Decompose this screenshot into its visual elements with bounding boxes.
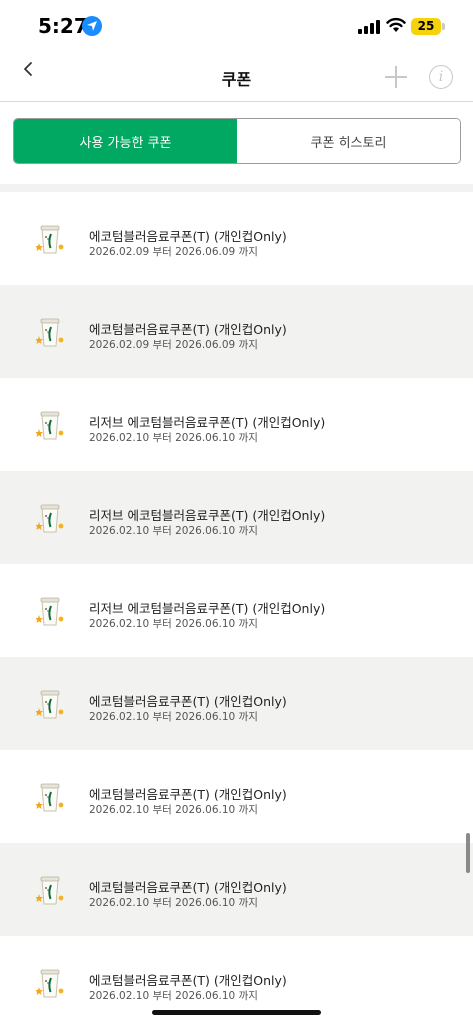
coupon-period: 2026.02.10 부터 2026.06.10 까지 (89, 711, 258, 723)
cellular-signal-icon (358, 20, 380, 34)
coupon-period: 2026.02.10 부터 2026.06.10 까지 (89, 618, 258, 630)
coupon-name: 에코텀블러음료쿠폰(T) (개인컵Only) (89, 322, 287, 337)
coupon-item[interactable]: 리저브 에코텀블러음료쿠폰(T) (개인컵Only) 2026.02.10 부터… (0, 378, 473, 471)
coupon-item[interactable]: 리저브 에코텀블러음료쿠폰(T) (개인컵Only) 2026.02.10 부터… (0, 564, 473, 657)
coupon-name: 에코텀블러음료쿠폰(T) (개인컵Only) (89, 880, 287, 895)
cup-coupon-icon (35, 408, 64, 442)
nav-bar: 쿠폰 i (0, 50, 473, 102)
coupon-name: 리저브 에코텀블러음료쿠폰(T) (개인컵Only) (89, 415, 326, 430)
coupon-period: 2026.02.09 부터 2026.06.09 까지 (89, 339, 258, 351)
coupon-item[interactable]: 에코텀블러음료쿠폰(T) (개인컵Only) 2026.02.09 부터 202… (0, 285, 473, 378)
cup-coupon-icon (35, 873, 64, 907)
home-indicator[interactable] (152, 1010, 321, 1015)
coupon-list: 에코텀블러음료쿠폰(T) (개인컵Only) 2026.02.09 부터 202… (0, 192, 473, 1029)
cup-coupon-icon (35, 501, 64, 535)
status-bar: 5:27 25 (0, 0, 473, 50)
coupon-name: 리저브 에코텀블러음료쿠폰(T) (개인컵Only) (89, 508, 326, 523)
coupon-period: 2026.02.10 부터 2026.06.10 까지 (89, 897, 258, 909)
coupon-item[interactable]: 에코텀블러음료쿠폰(T) (개인컵Only) 2026.02.10 부터 202… (0, 750, 473, 843)
coupon-name: 에코텀블러음료쿠폰(T) (개인컵Only) (89, 787, 287, 802)
info-icon[interactable]: i (429, 65, 453, 89)
cup-coupon-icon (35, 315, 64, 349)
cup-coupon-icon (35, 966, 64, 1000)
cup-coupon-icon (35, 780, 64, 814)
coupon-period: 2026.02.10 부터 2026.06.10 까지 (89, 804, 258, 816)
coupon-item[interactable]: 에코텀블러음료쿠폰(T) (개인컵Only) 2026.02.09 부터 202… (0, 192, 473, 285)
coupon-name: 에코텀블러음료쿠폰(T) (개인컵Only) (89, 973, 287, 988)
tab-coupon-history[interactable]: 쿠폰 히스토리 (237, 119, 460, 163)
battery-indicator: 25 (411, 18, 441, 35)
coupon-item[interactable]: 에코텀블러음료쿠폰(T) (개인컵Only) 2026.02.10 부터 202… (0, 657, 473, 750)
wifi-icon (386, 17, 406, 37)
status-time: 5:27 (38, 14, 88, 38)
coupon-period: 2026.02.10 부터 2026.06.10 까지 (89, 432, 258, 444)
coupon-name: 에코텀블러음료쿠폰(T) (개인컵Only) (89, 694, 287, 709)
coupon-name: 에코텀블러음료쿠폰(T) (개인컵Only) (89, 229, 287, 244)
scrollbar[interactable] (466, 833, 470, 873)
coupon-period: 2026.02.10 부터 2026.06.10 까지 (89, 525, 258, 537)
section-divider (0, 184, 473, 192)
coupon-item[interactable]: 에코텀블러음료쿠폰(T) (개인컵Only) 2026.02.10 부터 202… (0, 936, 473, 1029)
cup-coupon-icon (35, 594, 64, 628)
plus-icon[interactable] (382, 63, 410, 91)
cup-coupon-icon (35, 687, 64, 721)
coupon-tabs: 사용 가능한 쿠폰 쿠폰 히스토리 (13, 118, 461, 164)
coupon-period: 2026.02.09 부터 2026.06.09 까지 (89, 246, 258, 258)
tab-available-coupons[interactable]: 사용 가능한 쿠폰 (14, 119, 237, 163)
coupon-period: 2026.02.10 부터 2026.06.10 까지 (89, 990, 258, 1002)
location-arrow-icon (82, 16, 102, 36)
coupon-item[interactable]: 에코텀블러음료쿠폰(T) (개인컵Only) 2026.02.10 부터 202… (0, 843, 473, 936)
cup-coupon-icon (35, 222, 64, 256)
coupon-item[interactable]: 리저브 에코텀블러음료쿠폰(T) (개인컵Only) 2026.02.10 부터… (0, 471, 473, 564)
coupon-name: 리저브 에코텀블러음료쿠폰(T) (개인컵Only) (89, 601, 326, 616)
battery-cap (442, 23, 445, 30)
